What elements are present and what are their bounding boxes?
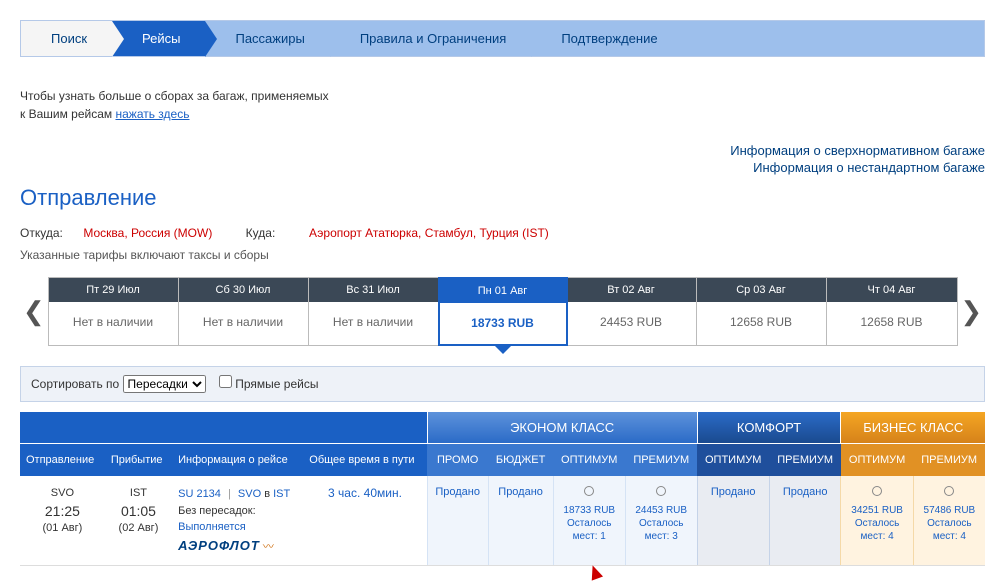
date-option-6[interactable]: Чт 04 Авг 12658 RUB: [827, 278, 957, 345]
radio-icon[interactable]: [872, 486, 882, 496]
fare-premium[interactable]: 24453 RUB Осталось мест: 3: [625, 476, 697, 566]
fare-promo: Продано: [427, 476, 488, 566]
date-option-2[interactable]: Вс 31 Июл Нет в наличии: [309, 278, 439, 345]
date-list: Пт 29 Июл Нет в наличии Сб 30 Июл Нет в …: [48, 277, 958, 346]
col-biz-premium: ПРЕМИУМ: [913, 444, 985, 477]
to-label: Куда:: [246, 226, 296, 240]
fare-comfort-premium: Продано: [769, 476, 841, 566]
baggage-fee-note: Чтобы узнать больше о сборах за багаж, п…: [20, 87, 985, 123]
airline-logo: АЭРОФЛОТ: [178, 538, 260, 553]
flight-row: SVO 21:25 (01 Авг) IST 01:05 (02 Авг) SU…: [20, 476, 985, 566]
col-comf-optimum: ОПТИМУМ: [697, 444, 769, 477]
from-label: Откуда:: [20, 226, 70, 240]
date-value: 18733 RUB: [440, 303, 566, 344]
date-value: 12658 RUB: [697, 302, 826, 343]
direct-flights-filter[interactable]: Прямые рейсы: [219, 377, 319, 391]
sort-bar: Сортировать по Пересадки Прямые рейсы: [20, 366, 985, 402]
col-duration: Общее время в пути: [303, 444, 427, 477]
baggage-info-links: Информация о сверхнормативном багаже Инф…: [20, 143, 985, 175]
results-table: ЭКОНОМ КЛАСС КОМФОРТ БИЗНЕС КЛАСС Отправ…: [20, 412, 985, 566]
route-line: Откуда: Москва, Россия (MOW) Куда: Аэроп…: [20, 226, 985, 240]
col-biz-optimum: ОПТИМУМ: [841, 444, 913, 477]
date-label: Пт 29 Июл: [49, 278, 178, 302]
col-budget: БЮДЖЕТ: [488, 444, 553, 477]
economy-class-header: ЭКОНОМ КЛАСС: [427, 412, 697, 444]
col-arrival: Прибытие: [105, 444, 172, 477]
step-flights[interactable]: Рейсы: [112, 21, 205, 56]
date-label: Пн 01 Авг: [440, 279, 566, 303]
next-dates-button[interactable]: ❯: [958, 296, 986, 327]
fare-biz-premium[interactable]: 57486 RUB Осталось мест: 4: [913, 476, 985, 566]
oversize-baggage-link[interactable]: Информация о сверхнормативном багаже: [20, 143, 985, 158]
date-value: Нет в наличии: [179, 302, 308, 343]
radio-icon[interactable]: [944, 486, 954, 496]
step-confirm: Подтверждение: [531, 21, 984, 56]
comfort-class-header: КОМФОРТ: [697, 412, 841, 444]
radio-icon[interactable]: [584, 486, 594, 496]
date-option-1[interactable]: Сб 30 Июл Нет в наличии: [179, 278, 309, 345]
direct-checkbox[interactable]: [219, 375, 232, 388]
date-label: Вт 02 Авг: [567, 278, 696, 302]
baggage-link[interactable]: нажать здесь: [115, 107, 189, 121]
date-label: Сб 30 Июл: [179, 278, 308, 302]
business-class-header: БИЗНЕС КЛАСС: [841, 412, 985, 444]
date-option-0[interactable]: Пт 29 Июл Нет в наличии: [49, 278, 179, 345]
col-premium: ПРЕМИУМ: [625, 444, 697, 477]
arrival-cell: IST 01:05 (02 Авг): [105, 476, 172, 566]
sort-label: Сортировать по: [31, 377, 119, 391]
flight-info-cell: SU 2134 | SVO в IST Без пересадок: Выпол…: [172, 476, 303, 566]
col-flight-info: Информация о рейсе: [172, 444, 303, 477]
col-promo: ПРОМО: [427, 444, 488, 477]
airline-wing-icon: 〰: [263, 541, 274, 553]
date-label: Чт 04 Авг: [827, 278, 957, 302]
flight-number[interactable]: SU 2134: [178, 488, 221, 500]
date-value: 12658 RUB: [827, 302, 957, 343]
from-value: Москва, Россия (MOW): [83, 226, 212, 240]
prev-dates-button[interactable]: ❮: [20, 296, 48, 327]
fare-budget: Продано: [488, 476, 553, 566]
nonstandard-baggage-link[interactable]: Информация о нестандартном багаже: [20, 160, 985, 175]
radio-icon[interactable]: [656, 486, 666, 496]
date-option-5[interactable]: Ср 03 Авг 12658 RUB: [697, 278, 827, 345]
step-passengers: Пассажиры: [205, 21, 329, 56]
fare-biz-optimum[interactable]: 34251 RUB Осталось мест: 4: [841, 476, 913, 566]
col-comf-premium: ПРЕМИУМ: [769, 444, 841, 477]
departure-cell: SVO 21:25 (01 Авг): [20, 476, 105, 566]
departure-title: Отправление: [20, 185, 985, 211]
baggage-note-line2: к Вашим рейсам: [20, 107, 115, 121]
date-value: Нет в наличии: [49, 302, 178, 343]
step-rules: Правила и Ограничения: [330, 21, 532, 56]
date-value: 24453 RUB: [567, 302, 696, 343]
fare-includes-note: Указанные тарифы включают таксы и сборы: [20, 248, 985, 262]
date-label: Ср 03 Авг: [697, 278, 826, 302]
date-option-4[interactable]: Вт 02 Авг 24453 RUB: [567, 278, 697, 345]
date-option-selected[interactable]: Пн 01 Авг 18733 RUB: [438, 277, 568, 346]
breadcrumb-steps: Поиск Рейсы Пассажиры Правила и Ограниче…: [20, 20, 985, 57]
col-optimum: ОПТИМУМ: [553, 444, 625, 477]
step-search[interactable]: Поиск: [21, 21, 112, 56]
blank-header: [20, 412, 427, 444]
duration-cell: 3 час. 40мин.: [303, 476, 427, 566]
baggage-note-line1: Чтобы узнать больше о сборах за багаж, п…: [20, 89, 329, 103]
date-value: Нет в наличии: [309, 302, 438, 343]
date-label: Вс 31 Июл: [309, 278, 438, 302]
fare-optimum[interactable]: 18733 RUB Осталось мест: 1: [553, 476, 625, 566]
sort-select[interactable]: Пересадки: [123, 375, 206, 393]
to-value: Аэропорт Ататюрка, Стамбул, Турция (IST): [309, 226, 549, 240]
col-departure: Отправление: [20, 444, 105, 477]
date-carousel: ❮ Пт 29 Июл Нет в наличии Сб 30 Июл Нет …: [20, 277, 985, 346]
fare-comfort-optimum: Продано: [697, 476, 769, 566]
